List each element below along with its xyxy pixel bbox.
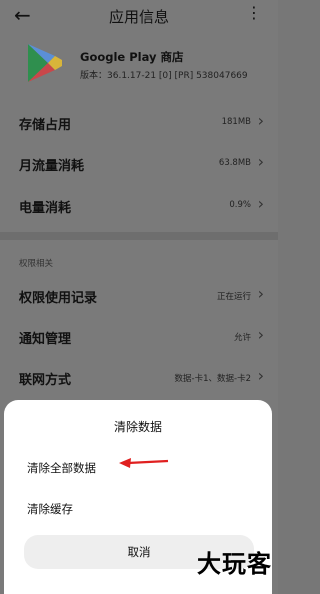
storage-label: 存储占用 xyxy=(19,118,72,133)
permission-history-row[interactable]: 权限使用记录 正在运行 › xyxy=(0,278,278,314)
chevron-right-icon: › xyxy=(257,111,264,130)
permission-history-value: 正在运行 xyxy=(216,292,251,302)
notification-value: 允许 xyxy=(233,333,251,343)
network-label: 联网方式 xyxy=(19,373,72,388)
permissions-section-label: 权限相关 xyxy=(19,259,54,269)
notification-row[interactable]: 通知管理 允许 › xyxy=(0,319,278,355)
clear-all-data-option[interactable]: 清除全部数据 xyxy=(27,460,96,476)
notification-label: 通知管理 xyxy=(19,332,72,347)
sheet-title: 清除数据 xyxy=(113,420,162,434)
page-title: 应用信息 xyxy=(108,8,169,26)
chevron-right-icon: › xyxy=(257,284,264,303)
chevron-right-icon: › xyxy=(257,152,264,171)
data-usage-label: 月流量消耗 xyxy=(19,159,85,174)
storage-value: 181MB xyxy=(221,117,251,127)
network-value: 数据-卡1、数据-卡2 xyxy=(174,374,251,384)
app-name: Google Play 商店 xyxy=(80,50,184,64)
network-row[interactable]: 联网方式 数据-卡1、数据-卡2 › xyxy=(0,360,278,396)
battery-value: 0.9% xyxy=(229,200,251,210)
battery-label: 电量消耗 xyxy=(19,201,72,216)
storage-row[interactable]: 存储占用 181MB › xyxy=(0,105,278,141)
data-usage-value: 63.8MB xyxy=(218,158,251,168)
chevron-right-icon: › xyxy=(257,366,264,385)
red-arrow-annotation-icon xyxy=(119,458,169,468)
chevron-right-icon: › xyxy=(257,325,264,344)
google-play-logo-icon xyxy=(28,44,62,82)
data-usage-row[interactable]: 月流量消耗 63.8MB › xyxy=(0,146,278,182)
watermark-logo: 大玩客 xyxy=(197,549,272,578)
section-divider xyxy=(0,232,278,240)
top-bar: ← 应用信息 ⋮ xyxy=(0,0,278,32)
permission-history-label: 权限使用记录 xyxy=(19,291,98,306)
battery-row[interactable]: 电量消耗 0.9% › xyxy=(0,188,278,224)
chevron-right-icon: › xyxy=(257,194,264,213)
app-version: 版本：36.1.17-21 [0] [PR] 538047669 xyxy=(80,71,248,81)
clear-cache-option[interactable]: 清除缓存 xyxy=(27,501,73,517)
more-vertical-icon[interactable]: ⋮ xyxy=(246,4,262,22)
